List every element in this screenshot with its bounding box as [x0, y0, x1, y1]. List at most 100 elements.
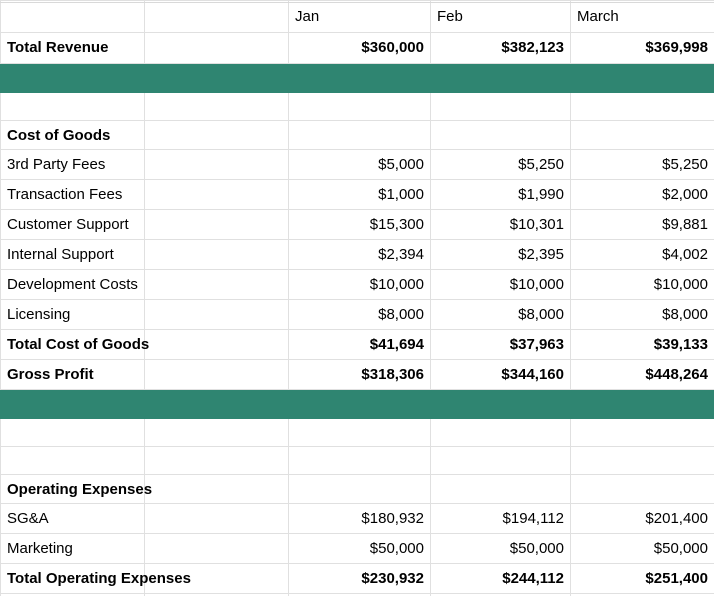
- cell-total-revenue-feb[interactable]: $382,123: [431, 33, 571, 64]
- column-header-jan[interactable]: Jan: [289, 1, 431, 33]
- cell-operating-expenses-heading-feb[interactable]: [431, 475, 571, 504]
- row-label-band-1[interactable]: [1, 64, 145, 93]
- row-spacer-operating-expenses-heading[interactable]: [145, 475, 289, 504]
- header-cell-blank-1[interactable]: [1, 1, 145, 33]
- cell-band-1-march[interactable]: [571, 64, 714, 93]
- cell-marketing-march[interactable]: $50,000: [571, 534, 714, 564]
- row-label-transaction-fees[interactable]: Transaction Fees: [1, 180, 145, 210]
- row-spacer-spacer-1[interactable]: [145, 93, 289, 121]
- cell-spacer-2-feb[interactable]: [431, 419, 571, 447]
- row-label-third-party-fees[interactable]: 3rd Party Fees: [1, 150, 145, 180]
- cell-third-party-fees-march[interactable]: $5,250: [571, 150, 714, 180]
- row-spacer-sg-and-a[interactable]: [145, 504, 289, 534]
- cell-operating-expenses-heading-march[interactable]: [571, 475, 714, 504]
- cell-total-revenue-jan[interactable]: $360,000: [289, 33, 431, 64]
- cell-transaction-fees-jan[interactable]: $1,000: [289, 180, 431, 210]
- row-spacer-licensing[interactable]: [145, 300, 289, 330]
- cell-development-costs-jan[interactable]: $10,000: [289, 270, 431, 300]
- cell-customer-support-feb[interactable]: $10,301: [431, 210, 571, 240]
- row-spacer-internal-support[interactable]: [145, 240, 289, 270]
- cell-gross-profit-jan[interactable]: $318,306: [289, 360, 431, 390]
- cell-cost-of-goods-heading-jan[interactable]: [289, 121, 431, 150]
- cell-spacer-1-march[interactable]: [571, 93, 714, 121]
- cell-spacer-1-feb[interactable]: [431, 93, 571, 121]
- cell-cost-of-goods-heading-march[interactable]: [571, 121, 714, 150]
- column-header-feb[interactable]: Feb: [431, 1, 571, 33]
- row-label-internal-support[interactable]: Internal Support: [1, 240, 145, 270]
- cell-spacer-3-jan[interactable]: [289, 447, 431, 475]
- cell-band-2-feb[interactable]: [431, 390, 571, 419]
- row-label-operating-expenses-heading[interactable]: Operating Expenses: [1, 475, 145, 504]
- cell-sg-and-a-march[interactable]: $201,400: [571, 504, 714, 534]
- cell-customer-support-jan[interactable]: $15,300: [289, 210, 431, 240]
- header-cell-blank-2[interactable]: [145, 1, 289, 33]
- row-label-licensing[interactable]: Licensing: [1, 300, 145, 330]
- cell-band-2-march[interactable]: [571, 390, 714, 419]
- cell-total-cost-of-goods-march[interactable]: $39,133: [571, 330, 714, 360]
- cell-sg-and-a-feb[interactable]: $194,112: [431, 504, 571, 534]
- row-label-band-2[interactable]: [1, 390, 145, 419]
- row-spacer-spacer-2[interactable]: [145, 419, 289, 447]
- row-label-cost-of-goods-heading[interactable]: Cost of Goods: [1, 121, 145, 150]
- cell-total-cost-of-goods-feb[interactable]: $37,963: [431, 330, 571, 360]
- cell-transaction-fees-feb[interactable]: $1,990: [431, 180, 571, 210]
- cell-marketing-jan[interactable]: $50,000: [289, 534, 431, 564]
- cell-internal-support-feb[interactable]: $2,395: [431, 240, 571, 270]
- table-row: [1, 64, 714, 93]
- cell-licensing-march[interactable]: $8,000: [571, 300, 714, 330]
- row-spacer-band-2[interactable]: [145, 390, 289, 419]
- cell-spacer-2-jan[interactable]: [289, 419, 431, 447]
- cell-third-party-fees-jan[interactable]: $5,000: [289, 150, 431, 180]
- row-spacer-cost-of-goods-heading[interactable]: [145, 121, 289, 150]
- cell-third-party-fees-feb[interactable]: $5,250: [431, 150, 571, 180]
- row-spacer-spacer-3[interactable]: [145, 447, 289, 475]
- row-spacer-band-1[interactable]: [145, 64, 289, 93]
- cell-development-costs-feb[interactable]: $10,000: [431, 270, 571, 300]
- cell-licensing-feb[interactable]: $8,000: [431, 300, 571, 330]
- cell-cost-of-goods-heading-feb[interactable]: [431, 121, 571, 150]
- row-label-spacer-2[interactable]: [1, 419, 145, 447]
- row-label-spacer-1[interactable]: [1, 93, 145, 121]
- cell-spacer-3-march[interactable]: [571, 447, 714, 475]
- row-spacer-third-party-fees[interactable]: [145, 150, 289, 180]
- cell-total-operating-expenses-march[interactable]: $251,400: [571, 564, 714, 594]
- cell-spacer-3-feb[interactable]: [431, 447, 571, 475]
- row-label-total-cost-of-goods[interactable]: Total Cost of Goods: [1, 330, 145, 360]
- row-spacer-total-cost-of-goods[interactable]: [145, 330, 289, 360]
- row-label-spacer-3[interactable]: [1, 447, 145, 475]
- row-label-customer-support[interactable]: Customer Support: [1, 210, 145, 240]
- row-label-sg-and-a[interactable]: SG&A: [1, 504, 145, 534]
- cell-operating-expenses-heading-jan[interactable]: [289, 475, 431, 504]
- row-spacer-customer-support[interactable]: [145, 210, 289, 240]
- cell-total-revenue-march[interactable]: $369,998: [571, 33, 714, 64]
- cell-total-operating-expenses-jan[interactable]: $230,932: [289, 564, 431, 594]
- row-label-total-operating-expenses[interactable]: Total Operating Expenses: [1, 564, 145, 594]
- cell-total-cost-of-goods-jan[interactable]: $41,694: [289, 330, 431, 360]
- column-header-march[interactable]: March: [571, 1, 714, 33]
- cell-customer-support-march[interactable]: $9,881: [571, 210, 714, 240]
- cell-sg-and-a-jan[interactable]: $180,932: [289, 504, 431, 534]
- cell-spacer-2-march[interactable]: [571, 419, 714, 447]
- row-spacer-gross-profit[interactable]: [145, 360, 289, 390]
- cell-transaction-fees-march[interactable]: $2,000: [571, 180, 714, 210]
- cell-band-1-feb[interactable]: [431, 64, 571, 93]
- cell-band-1-jan[interactable]: [289, 64, 431, 93]
- cell-internal-support-jan[interactable]: $2,394: [289, 240, 431, 270]
- row-spacer-total-revenue[interactable]: [145, 33, 289, 64]
- row-label-gross-profit[interactable]: Gross Profit: [1, 360, 145, 390]
- row-label-development-costs[interactable]: Development Costs: [1, 270, 145, 300]
- row-spacer-development-costs[interactable]: [145, 270, 289, 300]
- cell-gross-profit-feb[interactable]: $344,160: [431, 360, 571, 390]
- cell-marketing-feb[interactable]: $50,000: [431, 534, 571, 564]
- cell-band-2-jan[interactable]: [289, 390, 431, 419]
- cell-development-costs-march[interactable]: $10,000: [571, 270, 714, 300]
- row-spacer-transaction-fees[interactable]: [145, 180, 289, 210]
- row-label-total-revenue[interactable]: Total Revenue: [1, 33, 145, 64]
- row-label-marketing[interactable]: Marketing: [1, 534, 145, 564]
- cell-gross-profit-march[interactable]: $448,264: [571, 360, 714, 390]
- cell-licensing-jan[interactable]: $8,000: [289, 300, 431, 330]
- cell-total-operating-expenses-feb[interactable]: $244,112: [431, 564, 571, 594]
- cell-internal-support-march[interactable]: $4,002: [571, 240, 714, 270]
- row-spacer-marketing[interactable]: [145, 534, 289, 564]
- cell-spacer-1-jan[interactable]: [289, 93, 431, 121]
